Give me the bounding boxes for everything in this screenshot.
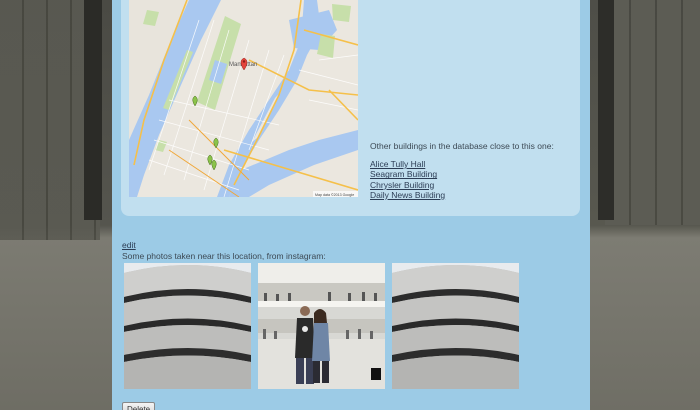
edit-link[interactable]: edit: [122, 240, 136, 250]
background-building-right: [590, 0, 700, 410]
nearby-building-link[interactable]: Alice Tully Hall: [370, 159, 425, 169]
list-item: Daily News Building: [370, 190, 445, 200]
map-attribution: Map data ©2013 Google: [315, 193, 354, 197]
nearby-building-link[interactable]: Daily News Building: [370, 190, 445, 200]
map-canvas[interactable]: Manhattan Map data ©2013 Google: [129, 0, 358, 197]
instagram-photo[interactable]: [392, 263, 519, 389]
nearby-buildings-list: Alice Tully Hall Seagram Building Chrysl…: [370, 159, 445, 200]
instagram-photos-caption: Some photos taken near this location, fr…: [122, 251, 326, 261]
instagram-photo[interactable]: [258, 263, 385, 389]
instagram-photo[interactable]: [124, 263, 251, 389]
nearby-building-link[interactable]: Chrysler Building: [370, 180, 434, 190]
list-item: Alice Tully Hall: [370, 159, 445, 169]
content-column: Manhattan Map data ©2013 Google Other bu…: [112, 0, 590, 410]
location-map[interactable]: Manhattan Map data ©2013 Google: [129, 0, 358, 197]
list-item: Seagram Building: [370, 169, 445, 179]
nearby-buildings-heading: Other buildings in the database close to…: [370, 141, 554, 151]
nearby-building-link[interactable]: Seagram Building: [370, 169, 437, 179]
delete-button[interactable]: Delete: [122, 402, 156, 410]
background-building-left: [0, 0, 112, 410]
list-item: Chrysler Building: [370, 180, 445, 190]
